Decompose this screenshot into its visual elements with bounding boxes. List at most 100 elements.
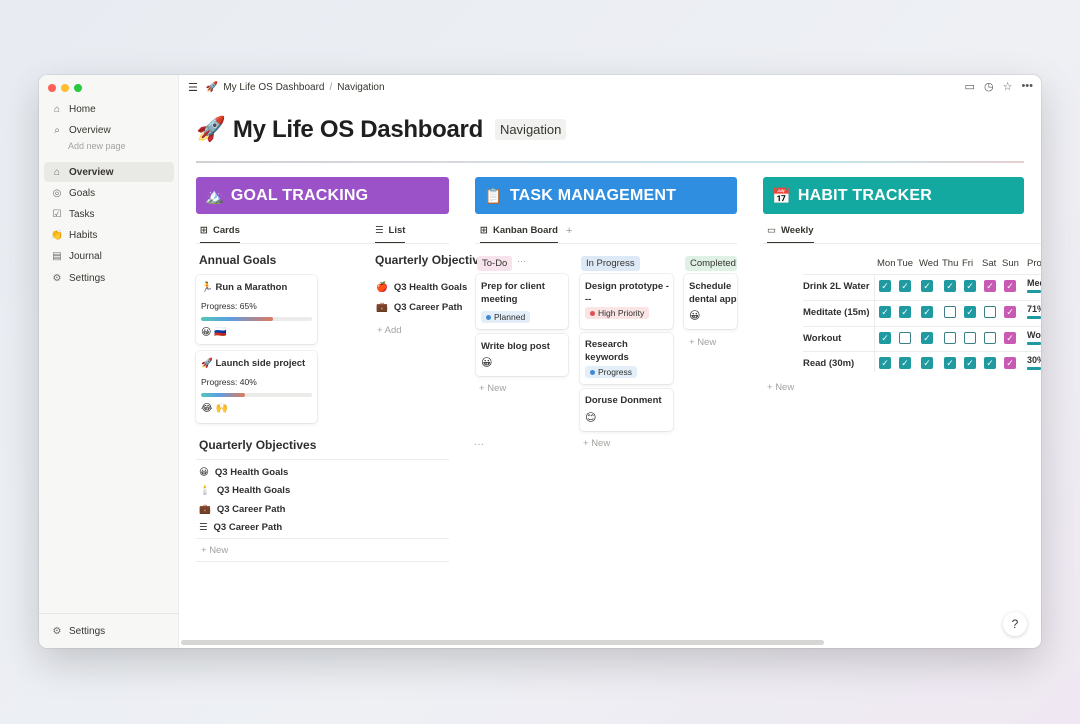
menu-icon[interactable]: ☰ <box>188 81 198 94</box>
quarterly-item[interactable]: 💼 Q3 Career Path <box>199 504 286 515</box>
habit-checkbox-checked[interactable]: ✓ <box>984 357 996 369</box>
goal-progress-bar <box>201 317 312 321</box>
history-icon[interactable]: ◷ <box>984 80 994 93</box>
column-todo[interactable]: To-Do <box>477 256 513 271</box>
habit-progress-text: 30% <box>1027 355 1041 365</box>
new-todo-button[interactable]: + New <box>479 383 506 394</box>
day-header: Sat <box>982 258 997 269</box>
gradient-divider <box>196 161 1024 163</box>
more-options-icon[interactable]: ··· <box>474 439 484 450</box>
star-icon[interactable]: ☆ <box>1003 80 1013 93</box>
goal-card-title-text: Launch side project <box>215 358 306 369</box>
habit-checkbox-checked[interactable]: ✓ <box>879 306 891 318</box>
habit-checkbox-checked[interactable]: ✓ <box>1004 280 1016 292</box>
habit-checkbox-checked[interactable]: ✓ <box>944 280 956 292</box>
column-in-progress[interactable]: In Progress <box>581 256 640 271</box>
breadcrumb-separator: / <box>329 81 333 93</box>
close-window-button[interactable] <box>48 84 56 92</box>
sidebar-item-journal[interactable]: ▤ Journal <box>44 246 174 266</box>
column-more-icon[interactable]: ··· <box>517 256 526 266</box>
habit-checkbox-checked[interactable]: ✓ <box>921 357 933 369</box>
sidebar-item-goals[interactable]: ◎ Goals <box>44 183 174 203</box>
task-card[interactable]: Research keywords Progress <box>580 333 673 384</box>
tab-weekly[interactable]: ▭ Weekly <box>767 225 814 244</box>
window-controls <box>48 84 82 92</box>
habit-checkbox-unchecked[interactable] <box>984 306 996 318</box>
habit-checkbox-checked[interactable]: ✓ <box>1004 306 1016 318</box>
help-button[interactable]: ? <box>1003 612 1027 636</box>
breadcrumb-page[interactable]: My Life OS Dashboard <box>223 82 324 93</box>
habit-name: Drink 2L Water <box>803 281 870 292</box>
minimize-window-button[interactable] <box>61 84 69 92</box>
habit-checkbox-checked[interactable]: ✓ <box>921 280 933 292</box>
tab-list[interactable]: ☰ List <box>375 225 406 244</box>
comment-icon[interactable]: ▭ <box>965 80 975 93</box>
habit-checkbox-unchecked[interactable] <box>899 332 911 344</box>
sidebar-item-home[interactable]: ⌂ Home <box>44 99 174 119</box>
divider <box>196 538 449 539</box>
rocket-icon: 🚀 <box>201 358 213 369</box>
habit-checkbox-checked[interactable]: ✓ <box>899 280 911 292</box>
column-divider <box>874 274 875 372</box>
sidebar-item-settings[interactable]: ⚙ Settings <box>44 268 174 288</box>
column-completed[interactable]: Completed <box>685 256 737 271</box>
task-card[interactable]: Schedule dental app 😀 <box>684 274 737 329</box>
habit-checkbox-checked[interactable]: ✓ <box>879 280 891 292</box>
quarterly-item[interactable]: 🕯️ Q3 Health Goals <box>199 485 290 496</box>
maximize-window-button[interactable] <box>74 84 82 92</box>
habit-checkbox-checked[interactable]: ✓ <box>964 357 976 369</box>
list-item[interactable]: 💼 Q3 Career Path <box>376 302 463 313</box>
add-list-item-button[interactable]: + Add <box>377 325 402 336</box>
topbar-actions: ▭ ◷ ☆ ••• <box>965 80 1033 93</box>
habit-checkbox-checked[interactable]: ✓ <box>921 332 933 344</box>
habit-checkbox-unchecked[interactable] <box>944 332 956 344</box>
navigation-chip[interactable]: Navigation <box>494 119 567 140</box>
tab-cards[interactable]: ⊞ Cards <box>200 225 240 244</box>
goal-card[interactable]: 🚀 Launch side project Progress: 40% 😂 🙌 <box>196 351 317 423</box>
habit-checkbox-unchecked[interactable] <box>944 306 956 318</box>
quarterly-objectives-heading: Quarterly Objectives <box>199 438 317 452</box>
goal-progress-text: Progress: 65% <box>201 301 257 311</box>
sidebar-item-habits[interactable]: 👏 Habits <box>44 225 174 245</box>
new-quarterly-item-button[interactable]: + New <box>201 545 228 556</box>
habit-checkbox-unchecked[interactable] <box>964 332 976 344</box>
task-card[interactable]: Doruse Donment 😊 <box>580 389 673 431</box>
task-card[interactable]: Design prototype --- High Priority <box>580 274 673 329</box>
habit-checkbox-checked[interactable]: ✓ <box>921 306 933 318</box>
new-habit-button[interactable]: + New <box>767 382 794 393</box>
task-card[interactable]: Prep for client meeting Planned <box>476 274 568 329</box>
sidebar-settings-button[interactable]: ⚙ Settings <box>44 621 174 641</box>
habit-checkbox-checked[interactable]: ✓ <box>1004 332 1016 344</box>
sidebar-item-overview-search[interactable]: ⌕ Overview <box>44 120 174 140</box>
habit-checkbox-checked[interactable]: ✓ <box>879 357 891 369</box>
task-card-title: Schedule dental app <box>689 281 737 305</box>
horizontal-scrollbar[interactable] <box>181 640 824 645</box>
quarterly-item[interactable]: 😀 Q3 Health Goals <box>199 467 288 478</box>
more-icon[interactable]: ••• <box>1021 80 1033 93</box>
list-item[interactable]: 🍎 Q3 Health Goals <box>376 282 467 293</box>
habit-checkbox-checked[interactable]: ✓ <box>964 306 976 318</box>
add-view-button[interactable]: + <box>566 225 572 237</box>
task-card[interactable]: Write blog post 😀 <box>476 334 568 376</box>
habit-checkbox-checked[interactable]: ✓ <box>899 357 911 369</box>
habit-checkbox-checked[interactable]: ✓ <box>879 332 891 344</box>
add-new-page-link[interactable]: Add new page <box>68 141 126 151</box>
task-card-title: Prep for client meeting <box>481 281 545 305</box>
sidebar-item-tasks[interactable]: ☑ Tasks <box>44 204 174 224</box>
habit-checkbox-checked[interactable]: ✓ <box>964 280 976 292</box>
task-card-title: Write blog post <box>481 341 550 352</box>
habit-checkbox-checked[interactable]: ✓ <box>984 280 996 292</box>
habit-checkbox-checked[interactable]: ✓ <box>1004 357 1016 369</box>
habit-checkbox-checked[interactable]: ✓ <box>944 357 956 369</box>
quarterly-item[interactable]: ☰ Q3 Career Path <box>199 522 282 533</box>
breadcrumb-sub[interactable]: Navigation <box>337 82 384 93</box>
new-completed-button[interactable]: + New <box>689 337 716 348</box>
row-divider <box>803 274 1041 275</box>
new-in-progress-button[interactable]: + New <box>583 438 610 449</box>
sidebar-item-overview[interactable]: ⌂ Overview <box>44 162 174 182</box>
tab-kanban-board[interactable]: ⊞ Kanban Board <box>480 225 558 244</box>
goal-card[interactable]: 🏃 Run a Marathon Progress: 65% 😀 🇷🇺 <box>196 275 317 344</box>
habit-checkbox-checked[interactable]: ✓ <box>899 306 911 318</box>
habit-checkbox-unchecked[interactable] <box>984 332 996 344</box>
day-header: Fri <box>962 258 974 269</box>
